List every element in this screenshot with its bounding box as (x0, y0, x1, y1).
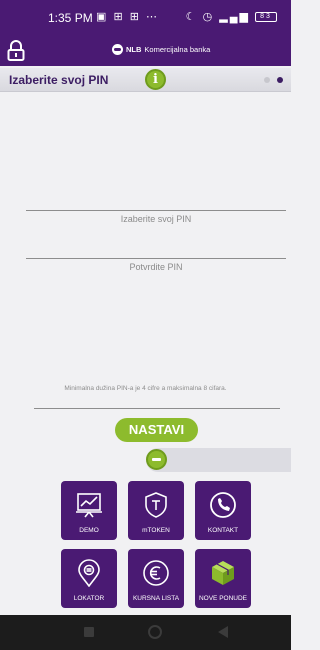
battery-icon: 83 (255, 12, 277, 23)
lock-icon[interactable] (6, 40, 26, 62)
location-pin-icon (78, 559, 100, 587)
status-bar: 1:35 PM ▣ ⊞ ⊞ ⋯ ☾ ◷ ▂▄▆ 83 (0, 0, 291, 36)
collapse-slider[interactable] (146, 448, 291, 472)
continue-button[interactable]: NASTAVI (115, 418, 198, 442)
tile-label: LOKATOR (73, 595, 105, 602)
divider (34, 408, 280, 409)
tile-kontakt[interactable]: KONTAKT (195, 481, 251, 540)
recent-apps-icon[interactable] (84, 627, 94, 637)
shield-token-icon (145, 492, 167, 518)
tile-label: DEMO (79, 527, 99, 534)
tile-demo[interactable]: DEMO (61, 481, 117, 540)
system-icons: ☾ ◷ ▂▄▆ 83 (186, 10, 277, 23)
tile-label: KONTAKT (207, 527, 239, 534)
collapse-icon[interactable] (146, 449, 167, 470)
brand-logo: NLB Komercijalna banka (112, 44, 210, 55)
tile-mtoken[interactable]: mTOKEN (128, 481, 184, 540)
pin-header-title: Izaberite svoj PIN (9, 73, 109, 87)
pin-hint: Minimalna dužina PIN-a je 4 cifre a maks… (64, 385, 227, 392)
page-dot-inactive (264, 77, 270, 83)
info-icon[interactable]: i (145, 69, 166, 90)
brand-bold: NLB (126, 45, 142, 54)
tile-label: KURSNA LISTA (132, 595, 180, 602)
tile-lokator[interactable]: LOKATOR (61, 549, 117, 608)
nlb-logo-icon (112, 44, 123, 55)
notification-icons: ▣ ⊞ ⊞ ⋯ (96, 11, 159, 23)
tile-nove-ponude[interactable]: NOVE PONUDE (195, 549, 251, 608)
back-icon[interactable] (218, 626, 228, 638)
app-bar: NLB Komercijalna banka (0, 36, 291, 66)
tile-label: NOVE PONUDE (198, 595, 248, 602)
box-icon (212, 561, 234, 585)
page-dot-active (277, 77, 283, 83)
pin-input[interactable]: Izaberite svoj PIN (26, 210, 286, 224)
pin-header: Izaberite svoj PIN i (0, 68, 291, 92)
euro-icon (143, 560, 169, 586)
tile-kursna-lista[interactable]: KURSNA LISTA (128, 549, 184, 608)
chart-icon (76, 493, 102, 518)
phone-icon (210, 492, 236, 518)
tile-label: mTOKEN (142, 527, 170, 534)
home-icon[interactable] (148, 625, 162, 639)
confirm-pin-input[interactable]: Potvrdite PIN (26, 258, 286, 272)
status-time: 1:35 PM (48, 11, 93, 25)
system-nav-bar (0, 615, 291, 650)
brand-name: Komercijalna banka (144, 45, 211, 54)
